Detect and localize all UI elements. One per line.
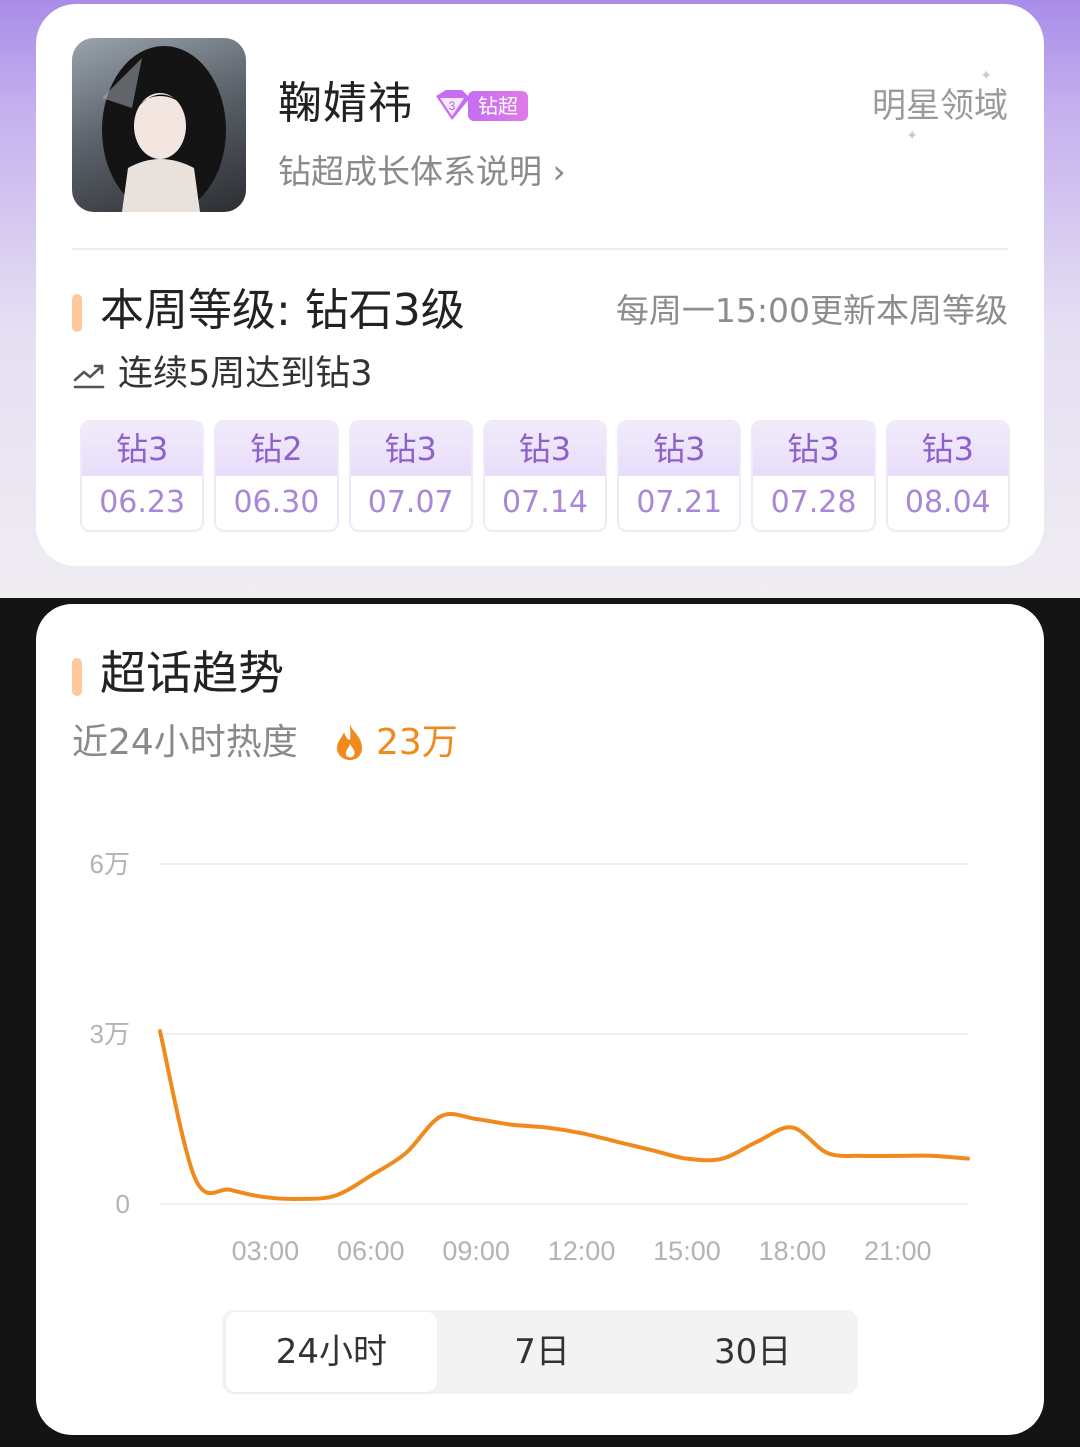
weekly-level-title: 本周等级: 钻石3级	[100, 285, 465, 336]
week-level: 钻3	[753, 422, 874, 476]
x-tick-label: 06:00	[337, 1236, 405, 1266]
week-date: 06.30	[233, 485, 320, 520]
week-level-item: 钻3 07.14	[482, 420, 608, 532]
week-level: 钻3	[82, 422, 203, 476]
y-tick-label: 0	[116, 1189, 130, 1219]
week-level-item: 钻3 07.28	[751, 420, 876, 532]
streak-text: 连续5周达到钻3	[118, 354, 373, 394]
week-level-item: 钻2 06.30	[214, 420, 339, 532]
week-date: 07.28	[770, 485, 857, 520]
week-level: 钻2	[216, 422, 337, 476]
y-tick-label: 3万	[90, 1019, 130, 1049]
x-tick-label: 21:00	[864, 1236, 932, 1266]
week-date: 07.07	[367, 485, 454, 520]
x-tick-label: 09:00	[442, 1236, 510, 1266]
week-date: 08.04	[904, 485, 991, 520]
tab-24h[interactable]: 24小时	[226, 1312, 437, 1392]
trend-line-chart: 0 3万 6万 03:00 06:00 09:00 12:00 15:00 18:00 21:00	[90, 849, 970, 1266]
week-level-item: 钻3 07.21	[617, 420, 742, 532]
level-update-note: 每周一15:00更新本周等级	[615, 291, 1008, 330]
star-domain-label: 明星领域	[872, 86, 1008, 126]
week-date: 07.14	[502, 485, 588, 520]
x-tick-label: 03:00	[232, 1236, 300, 1266]
tab-7d[interactable]: 7日	[437, 1312, 648, 1392]
divider	[72, 248, 1008, 250]
heat-value: 23万	[376, 722, 458, 763]
section-marker	[72, 294, 82, 332]
tab-30d[interactable]: 30日	[647, 1312, 858, 1392]
trend-up-icon	[73, 364, 105, 389]
week-level: 钻3	[350, 422, 471, 476]
x-tick-label: 18:00	[759, 1236, 827, 1266]
vip-badge: 3 钻超	[430, 88, 544, 124]
y-tick-label: 6万	[90, 849, 130, 879]
sparkle-icon: ✦	[980, 68, 992, 84]
avatar-image	[102, 46, 226, 212]
section-marker	[72, 658, 82, 696]
week-level: 钻3	[887, 422, 1008, 476]
avatar[interactable]	[72, 38, 246, 212]
trend-title: 超话趋势	[100, 646, 284, 700]
series-line	[158, 1029, 970, 1201]
flame-icon	[337, 724, 362, 760]
sparkle-icon: ✦	[906, 128, 918, 144]
weekly-level-history: 钻3 06.23 钻2 06.30 钻3 07.07 钻3 07.14 钻3 0…	[80, 420, 1010, 532]
vip-badge-label: 钻超	[468, 91, 528, 121]
x-tick-label: 12:00	[548, 1236, 616, 1266]
week-date: 06.23	[99, 485, 186, 520]
growth-system-link[interactable]: 钻超成长体系说明 ›	[278, 150, 566, 194]
time-range-selector: 24小时 7日 30日	[222, 1310, 858, 1394]
week-date: 07.21	[636, 485, 723, 520]
week-level-item: 钻3 06.23	[80, 420, 205, 532]
week-level-item: 钻3 07.07	[348, 420, 473, 532]
user-name: 鞠婧祎	[278, 78, 413, 129]
level-card: 鞠婧祎 3 钻超 钻超成长体系说明 › 明星领域 ✦ ✦ 本周等级: 钻石3级 …	[36, 4, 1044, 566]
trend-card: 超话趋势 近24小时热度 23万 0 3万 6万 03:00 06:00 09:00 12:…	[36, 604, 1044, 1435]
heat-label: 近24小时热度	[72, 722, 298, 763]
week-level: 钻3	[619, 422, 740, 476]
x-tick-label: 15:00	[653, 1236, 721, 1266]
week-level: 钻3	[484, 422, 606, 476]
svg-text:3: 3	[449, 99, 456, 113]
week-level-item: 钻3 08.04	[885, 420, 1010, 532]
